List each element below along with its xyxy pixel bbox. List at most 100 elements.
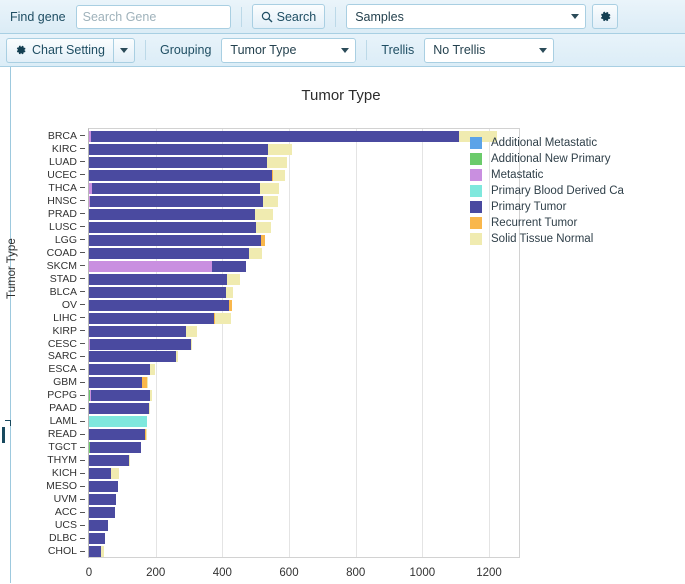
- bar-segment[interactable]: [89, 494, 116, 506]
- bar-segment[interactable]: [91, 130, 459, 142]
- bar-segment[interactable]: [91, 182, 260, 194]
- bar-row[interactable]: [89, 403, 519, 415]
- bar-segment[interactable]: [226, 286, 233, 298]
- bar-segment[interactable]: [248, 247, 263, 259]
- bar-segment[interactable]: [89, 260, 212, 272]
- bar-segment[interactable]: [89, 338, 191, 350]
- bar-segment[interactable]: [150, 364, 155, 376]
- bar-row[interactable]: [89, 390, 519, 402]
- bar-row[interactable]: [89, 364, 519, 376]
- bar-segment[interactable]: [101, 546, 104, 557]
- left-panel-collapse-rail[interactable]: [0, 67, 11, 583]
- bar-segment[interactable]: [89, 325, 186, 337]
- bar-segment[interactable]: [146, 377, 149, 389]
- bar-row[interactable]: [89, 208, 519, 220]
- bar-row[interactable]: [89, 273, 519, 285]
- bar-segment[interactable]: [89, 169, 272, 181]
- bar-row[interactable]: [89, 416, 519, 428]
- bar-segment[interactable]: [89, 299, 229, 311]
- legend-item[interactable]: Recurrent Tumor: [470, 215, 685, 231]
- bar-segment[interactable]: [214, 312, 232, 324]
- bar-segment[interactable]: [256, 221, 272, 233]
- bar-row[interactable]: [89, 260, 519, 272]
- bar-row[interactable]: [89, 533, 519, 545]
- bar-segment[interactable]: [145, 429, 147, 441]
- bar-row[interactable]: [89, 312, 519, 324]
- legend-item[interactable]: Metastatic: [470, 167, 685, 183]
- settings-button[interactable]: [592, 4, 619, 29]
- bar-segment[interactable]: [268, 143, 293, 155]
- bar-segment[interactable]: [150, 390, 152, 402]
- bar-row[interactable]: [89, 247, 519, 259]
- bar-segment[interactable]: [89, 221, 257, 233]
- bar-segment[interactable]: [89, 351, 176, 363]
- bar-row[interactable]: [89, 429, 519, 441]
- bar-row[interactable]: [89, 221, 519, 233]
- bar-segment[interactable]: [89, 533, 105, 545]
- bar-segment[interactable]: [89, 429, 145, 441]
- legend-item[interactable]: Solid Tissue Normal: [470, 231, 685, 247]
- bar-row[interactable]: [89, 507, 519, 519]
- bar-segment[interactable]: [89, 364, 151, 376]
- legend-item[interactable]: Additional Metastatic: [470, 135, 685, 151]
- chart-setting-button[interactable]: Chart Setting: [6, 37, 113, 63]
- dataset-select[interactable]: Samples: [346, 4, 587, 29]
- bar-row[interactable]: [89, 195, 519, 207]
- bar-segment[interactable]: [212, 260, 247, 272]
- bar-segment[interactable]: [89, 273, 228, 285]
- bar-segment[interactable]: [255, 208, 273, 220]
- bar-segment[interactable]: [89, 247, 249, 259]
- bar-row[interactable]: [89, 286, 519, 298]
- bar-row[interactable]: [89, 169, 519, 181]
- bar-row[interactable]: [89, 325, 519, 337]
- bar-segment[interactable]: [176, 351, 178, 363]
- bar-row[interactable]: [89, 299, 519, 311]
- bar-row[interactable]: [89, 182, 519, 194]
- bar-row[interactable]: [89, 338, 519, 350]
- bar-segment[interactable]: [89, 234, 261, 246]
- bar-row[interactable]: [89, 442, 519, 454]
- bar-row[interactable]: [89, 130, 519, 142]
- bar-segment[interactable]: [89, 403, 149, 415]
- chart-setting-dropdown-button[interactable]: [112, 37, 135, 63]
- bar-row[interactable]: [89, 520, 519, 532]
- bar-row[interactable]: [89, 494, 519, 506]
- trellis-select[interactable]: No Trellis: [424, 37, 555, 63]
- bar-segment[interactable]: [89, 455, 129, 467]
- bar-row[interactable]: [89, 481, 519, 493]
- bar-segment[interactable]: [89, 208, 256, 220]
- bar-segment[interactable]: [89, 416, 147, 428]
- bar-segment[interactable]: [273, 169, 285, 181]
- grouping-select[interactable]: Tumor Type: [221, 37, 357, 63]
- bar-segment[interactable]: [129, 455, 131, 467]
- bar-segment[interactable]: [89, 481, 118, 493]
- bar-segment[interactable]: [148, 403, 150, 415]
- legend-item[interactable]: Additional New Primary: [470, 151, 685, 167]
- bar-row[interactable]: [89, 468, 519, 480]
- bar-segment[interactable]: [89, 143, 269, 155]
- bar-segment[interactable]: [89, 312, 214, 324]
- bar-segment[interactable]: [263, 195, 278, 207]
- bar-segment[interactable]: [267, 156, 287, 168]
- bar-segment[interactable]: [186, 325, 197, 337]
- bar-row[interactable]: [89, 156, 519, 168]
- bar-segment[interactable]: [89, 546, 101, 557]
- bar-row[interactable]: [89, 351, 519, 363]
- bar-row[interactable]: [89, 546, 519, 557]
- bar-segment[interactable]: [89, 377, 143, 389]
- bar-segment[interactable]: [191, 338, 193, 350]
- bar-segment[interactable]: [89, 286, 227, 298]
- bar-row[interactable]: [89, 234, 519, 246]
- panel-resize-handle[interactable]: [2, 427, 5, 443]
- bar-segment[interactable]: [89, 468, 111, 480]
- bar-segment[interactable]: [227, 273, 240, 285]
- bar-segment[interactable]: [260, 182, 280, 194]
- legend-item[interactable]: Primary Tumor: [470, 199, 685, 215]
- bar-segment[interactable]: [90, 442, 141, 454]
- bar-segment[interactable]: [89, 156, 267, 168]
- bar-segment[interactable]: [229, 299, 232, 311]
- legend-item[interactable]: Primary Blood Derived Ca: [470, 183, 685, 199]
- bar-segment[interactable]: [261, 234, 266, 246]
- bar-segment[interactable]: [89, 520, 108, 532]
- bar-segment[interactable]: [90, 390, 151, 402]
